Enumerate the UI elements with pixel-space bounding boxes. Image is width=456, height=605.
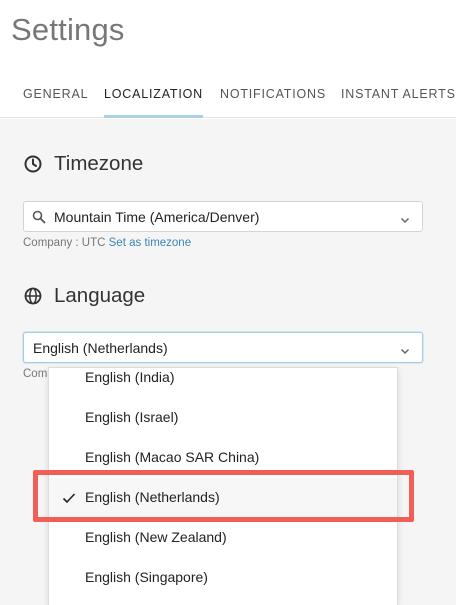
search-icon xyxy=(32,210,46,224)
language-hint: Com xyxy=(23,368,48,380)
chevron-down-icon[interactable] xyxy=(400,343,410,355)
clock-icon xyxy=(23,154,43,174)
option-label: English (India) xyxy=(85,369,175,385)
timezone-select[interactable]: Mountain Time (America/Denver) xyxy=(23,201,423,232)
set-as-timezone-link[interactable]: Set as timezone xyxy=(109,237,191,249)
chevron-down-icon[interactable] xyxy=(400,212,410,224)
option-label: English (New Zealand) xyxy=(85,529,227,545)
company-timezone-text: Company : UTC xyxy=(23,237,106,249)
language-dropdown-list: English (India) English (Israel) English… xyxy=(48,367,398,605)
check-icon xyxy=(62,491,76,505)
tab-bar: GENERAL LOCALIZATION NOTIFICATIONS INSTA… xyxy=(0,86,456,118)
language-select-value: English (Netherlands) xyxy=(33,339,168,356)
page-title: Settings xyxy=(11,12,125,47)
language-option[interactable]: English (India) xyxy=(49,368,397,398)
language-option-selected[interactable]: English (Netherlands) xyxy=(49,478,397,518)
option-label: English (Israel) xyxy=(85,409,179,425)
option-label: English (Macao SAR China) xyxy=(85,449,260,465)
globe-icon xyxy=(23,286,43,306)
language-option[interactable]: English (Singapore) xyxy=(49,558,397,598)
language-title-label: Language xyxy=(54,284,146,307)
tab-instant-alerts[interactable]: INSTANT ALERTS xyxy=(341,86,456,118)
tab-notifications[interactable]: NOTIFICATIONS xyxy=(220,86,326,118)
timezone-select-value: Mountain Time (America/Denver) xyxy=(54,208,260,225)
language-option[interactable]: English (Macao SAR China) xyxy=(49,438,397,478)
timezone-title-label: Timezone xyxy=(54,152,144,175)
timezone-section-title: Timezone xyxy=(23,152,143,176)
tab-localization[interactable]: LOCALIZATION xyxy=(104,86,203,118)
settings-header: Settings GENERAL LOCALIZATION NOTIFICATI… xyxy=(0,0,456,118)
language-section-title: Language xyxy=(23,284,145,308)
option-label: English (Singapore) xyxy=(85,569,208,585)
language-option[interactable]: English (New Zealand) xyxy=(49,518,397,558)
tab-general[interactable]: GENERAL xyxy=(23,86,88,118)
language-select[interactable]: English (Netherlands) xyxy=(23,332,423,363)
option-label: English (Netherlands) xyxy=(85,489,220,505)
language-option[interactable]: English (Israel) xyxy=(49,398,397,438)
timezone-hint: Company : UTC Set as timezone xyxy=(23,237,191,249)
